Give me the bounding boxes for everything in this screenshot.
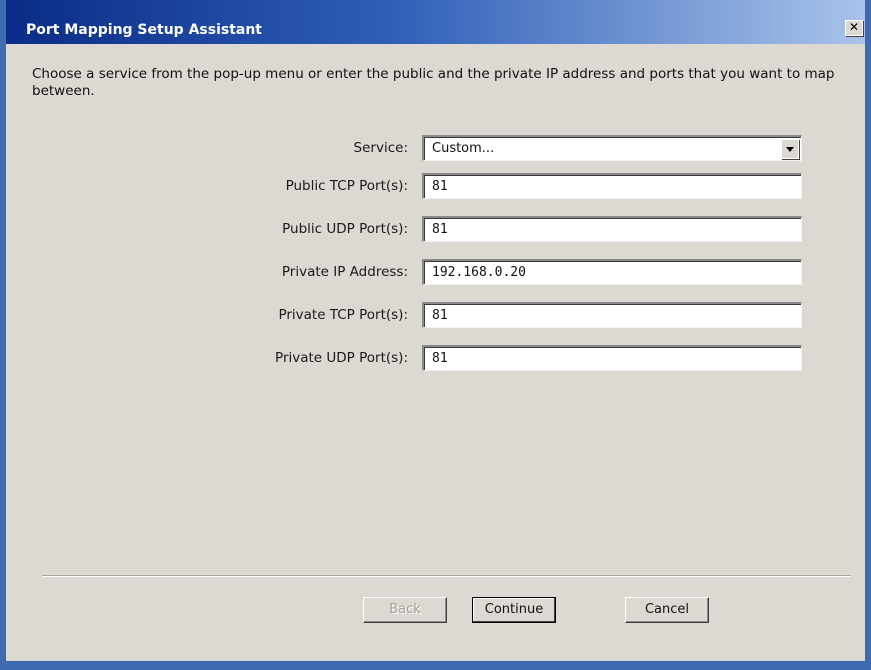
private-ip-label: Private IP Address: bbox=[281, 264, 408, 280]
service-label: Service: bbox=[353, 140, 408, 156]
continue-button[interactable]: Continue bbox=[472, 597, 556, 623]
private-tcp-row: Private TCP Port(s): 81 bbox=[6, 302, 865, 330]
private-tcp-label: Private TCP Port(s): bbox=[278, 307, 408, 323]
public-udp-label: Public UDP Port(s): bbox=[282, 221, 408, 237]
service-select-value: Custom... bbox=[432, 141, 495, 156]
private-ip-input[interactable]: 192.168.0.20 bbox=[422, 259, 802, 285]
private-udp-row: Private UDP Port(s): 81 bbox=[6, 345, 865, 373]
service-row: Service: Custom... bbox=[6, 135, 865, 163]
window-title: Port Mapping Setup Assistant bbox=[26, 22, 262, 38]
public-tcp-row: Public TCP Port(s): 81 bbox=[6, 173, 865, 201]
public-tcp-input[interactable]: 81 bbox=[422, 173, 802, 199]
button-separator bbox=[42, 575, 851, 577]
close-icon: ✕ bbox=[848, 20, 860, 34]
close-button[interactable]: ✕ bbox=[845, 20, 863, 36]
private-tcp-input[interactable]: 81 bbox=[422, 302, 802, 328]
intro-text: Choose a service from the pop-up menu or… bbox=[32, 66, 835, 99]
back-button[interactable]: Back bbox=[363, 597, 447, 623]
service-select[interactable]: Custom... bbox=[422, 135, 802, 161]
private-udp-label: Private UDP Port(s): bbox=[275, 350, 408, 366]
public-udp-input[interactable]: 81 bbox=[422, 216, 802, 242]
public-udp-row: Public UDP Port(s): 81 bbox=[6, 216, 865, 244]
dialog-window: Port Mapping Setup Assistant ✕ Choose a … bbox=[0, 0, 871, 670]
chevron-down-icon[interactable] bbox=[781, 139, 799, 159]
private-udp-input[interactable]: 81 bbox=[422, 345, 802, 371]
title-bar[interactable]: Port Mapping Setup Assistant ✕ bbox=[6, 0, 865, 44]
cancel-button[interactable]: Cancel bbox=[625, 597, 709, 623]
public-tcp-label: Public TCP Port(s): bbox=[285, 178, 408, 194]
private-ip-row: Private IP Address: 192.168.0.20 bbox=[6, 259, 865, 287]
